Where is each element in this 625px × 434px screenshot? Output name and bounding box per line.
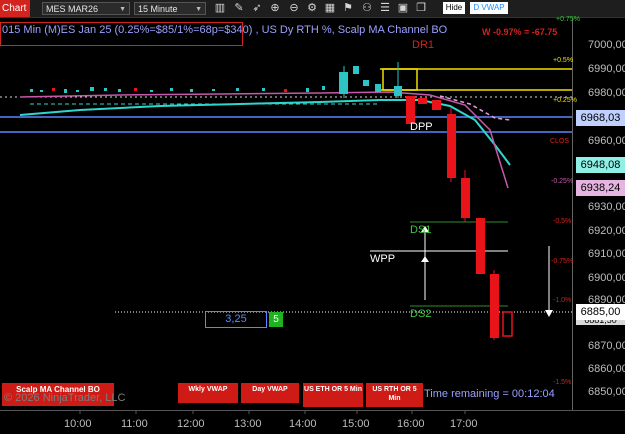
ma2-price-box: 6938,24 xyxy=(576,180,625,196)
dpp-label: DPP xyxy=(410,121,433,133)
candles-early xyxy=(30,62,402,98)
ds2-label: DS2 xyxy=(410,308,432,320)
us-rth-or-button[interactable]: US RTH OR 5 Min xyxy=(366,383,423,407)
price-tick: 6910,00 xyxy=(588,248,625,260)
time-tick: 10:00 xyxy=(64,418,92,430)
day-vwap-button[interactable]: Day VWAP xyxy=(241,383,299,403)
price-tick: 6870,00 xyxy=(588,340,625,352)
chart-title: 015 Min (M)ES Jan 25 (0.25%=$85/1%=68p=$… xyxy=(2,24,448,36)
time-tick: 15:00 xyxy=(342,418,370,430)
pct-label: -0.25% xyxy=(551,178,574,185)
pct-label: +0.5% xyxy=(553,57,574,64)
time-tick: 12:00 xyxy=(177,418,205,430)
spread-count: 5 xyxy=(269,312,283,327)
time-tick: 11:00 xyxy=(121,418,148,430)
pct-label: +0.75% xyxy=(556,16,580,23)
pct-label: -1.0% xyxy=(553,297,572,304)
copyright-text: © 2026 NinjaTrader, LLC xyxy=(4,392,126,404)
dr1-label: DR1 xyxy=(412,39,435,51)
price-tick: 6980,00 xyxy=(588,87,625,99)
time-tick: 17:00 xyxy=(450,418,478,430)
pct-label: -0.5% xyxy=(553,218,572,225)
chart-drawing xyxy=(0,62,572,414)
time-remaining: Time remaining = 00:12:04 xyxy=(424,388,555,400)
spread-box: 3,25 xyxy=(205,311,267,328)
price-tick: 6920,00 xyxy=(588,225,625,237)
price-tick: 6900,00 xyxy=(588,272,625,284)
pct-label: -0.75% xyxy=(551,258,574,265)
wpp-label: WPP xyxy=(370,253,396,265)
dpp-price-box: 6968,03 xyxy=(576,110,625,126)
last-price-box: 6885,00 xyxy=(576,304,625,320)
time-tick: 16:00 xyxy=(397,418,425,430)
ds1-label: DS1 xyxy=(410,224,432,236)
price-tick: 6860,00 xyxy=(588,363,625,375)
close-label: CLOS xyxy=(550,138,570,145)
target-arrows xyxy=(421,226,553,317)
us-eth-or-button[interactable]: US ETH OR 5 Min xyxy=(303,383,363,407)
pnl-label: W -0.97% = -67.75 xyxy=(482,27,558,37)
ma-price-box: 6948,08 xyxy=(576,157,625,173)
time-tick: 13:00 xyxy=(234,418,262,430)
price-tick: 6850,00 xyxy=(588,386,625,398)
price-tick: 6960,00 xyxy=(588,135,625,147)
price-tick: 6930,00 xyxy=(588,201,625,213)
pct-label: +0.25% xyxy=(553,97,577,104)
price-tick: 7000,00 xyxy=(588,39,625,51)
time-tick: 14:00 xyxy=(289,418,317,430)
wkly-vwap-button[interactable]: Wkly VWAP xyxy=(178,383,238,403)
chart-window: Chart MES MAR26 ▼ 15 Minute ▼ ▥ ✎ ➶ ⊕ ⊖ … xyxy=(0,0,625,433)
pct-label: -1.5% xyxy=(553,379,572,386)
price-tick: 6990,00 xyxy=(588,63,625,75)
